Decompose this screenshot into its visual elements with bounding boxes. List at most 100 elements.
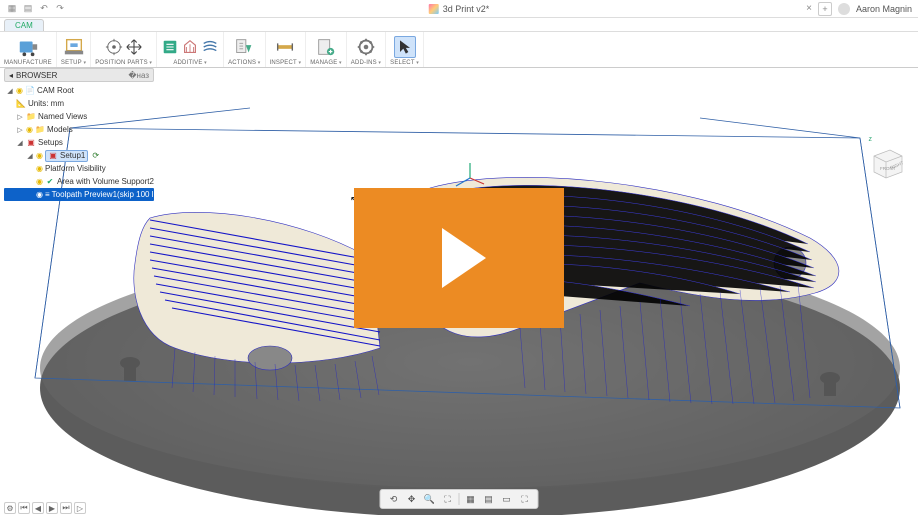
app-menu-icon[interactable]: ▦ [6,3,18,15]
file-save-icon[interactable]: ▤ [22,3,34,15]
display-style-icon[interactable]: ▦ [464,492,478,506]
area-support-label: Area with Volume Support2 [57,177,154,186]
workspace-label: MANUFACTURE [4,60,52,66]
position-label[interactable]: POSITION PARTS [95,60,152,66]
setup1-label: Setup1 [60,151,85,160]
addins-icon[interactable] [355,36,377,58]
separator [459,493,460,505]
select-icon[interactable] [394,36,416,58]
video-play-overlay[interactable] [354,188,564,328]
inspect-label[interactable]: INSPECT [270,60,302,66]
undo-icon[interactable]: ↶ [38,3,50,15]
auto-orient-icon[interactable] [105,38,123,56]
viewcube[interactable]: z FRONT RIGHT [866,142,906,182]
root-label: CAM Root [37,86,74,95]
actions-label[interactable]: ACTIONS [228,60,260,66]
ribbon-group-actions: ACTIONS [224,32,265,67]
setup-icon[interactable] [63,36,85,58]
close-tab-icon[interactable]: × [806,3,812,14]
check-icon: ✔ [45,177,55,187]
platform-visibility-label: Platform Visibility [45,164,106,173]
tree-units[interactable]: 📐 Units: mm [4,97,154,110]
navigation-bar: ⟲ ✥ 🔍 ⛶ ▦ ▤ ▭ ⛶ [380,489,539,509]
tab-cam[interactable]: CAM [4,19,44,31]
tree-root[interactable]: ◢◉ 📄 CAM Root [4,84,154,97]
inspect-icon[interactable] [274,36,296,58]
browser-header[interactable]: ◂ BROWSER �наз [4,68,154,82]
redo-icon[interactable]: ↷ [54,3,66,15]
toolpath-icon: ≡ [45,190,50,200]
browser-title: BROWSER [16,71,57,80]
setups-icon: ▣ [26,138,36,148]
tree-toolpath-preview[interactable]: ◉ ≡ Toolpath Preview1(skip 100 l… [4,188,154,201]
play-icon [442,228,486,288]
ribbon-group-position: POSITION PARTS [91,32,157,67]
print-setting-icon[interactable] [161,38,179,56]
models-label: Models [47,125,73,134]
ribbon-group-select: SELECT [386,32,424,67]
browser-collapse-icon[interactable]: ◂ [9,71,13,80]
ruler-icon: 📐 [16,99,26,109]
addins-label[interactable]: ADD-INS [351,60,381,66]
timeline-start-icon[interactable]: ⏮ [18,502,30,514]
tree-models[interactable]: ▷◉ 📁 Models [4,123,154,136]
ribbon-group-manage: MANAGE [306,32,347,67]
root-icon: 📄 [25,86,35,96]
browser-settings-icon[interactable]: �наз [128,71,149,80]
user-avatar[interactable] [838,3,850,15]
browser-panel: ◂ BROWSER �наз ◢◉ 📄 CAM Root 📐 Units: mm… [4,68,154,203]
tree-named-views[interactable]: ▷ 📁 Named Views [4,110,154,123]
quick-access-toolbar: ▦ ▤ ↶ ↷ [0,3,72,15]
support-icon[interactable] [181,38,199,56]
pan-icon[interactable]: ✥ [405,492,419,506]
ribbon-group-addins: ADD-INS [347,32,386,67]
setups-label: Setups [38,138,63,147]
manufacture-icon [17,36,39,58]
user-name[interactable]: Aaron Magnin [856,4,912,14]
timeline-play-icon[interactable]: ▷ [74,502,86,514]
tree-setup1[interactable]: ◢◉ ▣ Setup1 ⟳ [4,149,154,162]
actions-icon[interactable] [233,36,255,58]
tree-setups[interactable]: ◢ ▣ Setups [4,136,154,149]
tree-area-support[interactable]: ◉ ✔ Area with Volume Support2 [4,175,154,188]
move-icon[interactable] [125,38,143,56]
manage-label[interactable]: MANAGE [310,60,342,66]
folder-icon: 📁 [35,125,45,135]
axis-z-label: z [869,136,873,143]
named-views-label: Named Views [38,112,87,121]
timeline-settings-icon[interactable]: ⚙ [4,502,16,514]
folder-icon: 📁 [26,112,36,122]
setup1-icon: ▣ [48,151,58,161]
zoom-fit-icon[interactable]: ⛶ [441,492,455,506]
ribbon-toolbar: MANUFACTURE SETUP POSITION PARTS ADDITIV… [0,32,918,68]
document-title: 3d Print v2* [429,4,490,14]
ribbon-group-inspect: INSPECT [266,32,307,67]
units-label: Units: mm [28,99,64,108]
ribbon-group-additive: ADDITIVE [157,32,224,67]
additive-label[interactable]: ADDITIVE [173,60,207,66]
zoom-icon[interactable]: 🔍 [423,492,437,506]
title-bar: ▦ ▤ ↶ ↷ 3d Print v2* × + Aaron Magnin [0,0,918,18]
fusion-logo-icon [429,4,439,14]
timeline-fwd-icon[interactable]: ▶ [46,502,58,514]
document-title-text: 3d Print v2* [443,4,490,14]
grid-icon[interactable]: ▤ [482,492,496,506]
select-label[interactable]: SELECT [390,60,419,66]
timeline-back-icon[interactable]: ◀ [32,502,44,514]
new-tab-button[interactable]: + [818,2,832,16]
timeline-bar: ⚙ ⏮ ◀ ▶ ⏭ ▷ [4,501,86,515]
setup-label[interactable]: SETUP [61,60,86,66]
fullscreen-icon[interactable]: ⛶ [518,492,532,506]
refresh-icon[interactable]: ⟳ [92,151,99,160]
toolpath-preview-label: Toolpath Preview1(skip 100 l… [52,190,162,199]
timeline-end-icon[interactable]: ⏭ [60,502,72,514]
tree-platform-visibility[interactable]: ◉ Platform Visibility [4,162,154,175]
workspace-switcher[interactable]: MANUFACTURE [0,32,57,67]
manage-icon[interactable] [315,36,337,58]
layers-icon[interactable] [201,38,219,56]
workspace-tabstrip: CAM [0,18,918,32]
browser-tree: ◢◉ 📄 CAM Root 📐 Units: mm ▷ 📁 Named View… [4,82,154,203]
viewports-icon[interactable]: ▭ [500,492,514,506]
ribbon-group-setup: SETUP [57,32,91,67]
orbit-icon[interactable]: ⟲ [387,492,401,506]
